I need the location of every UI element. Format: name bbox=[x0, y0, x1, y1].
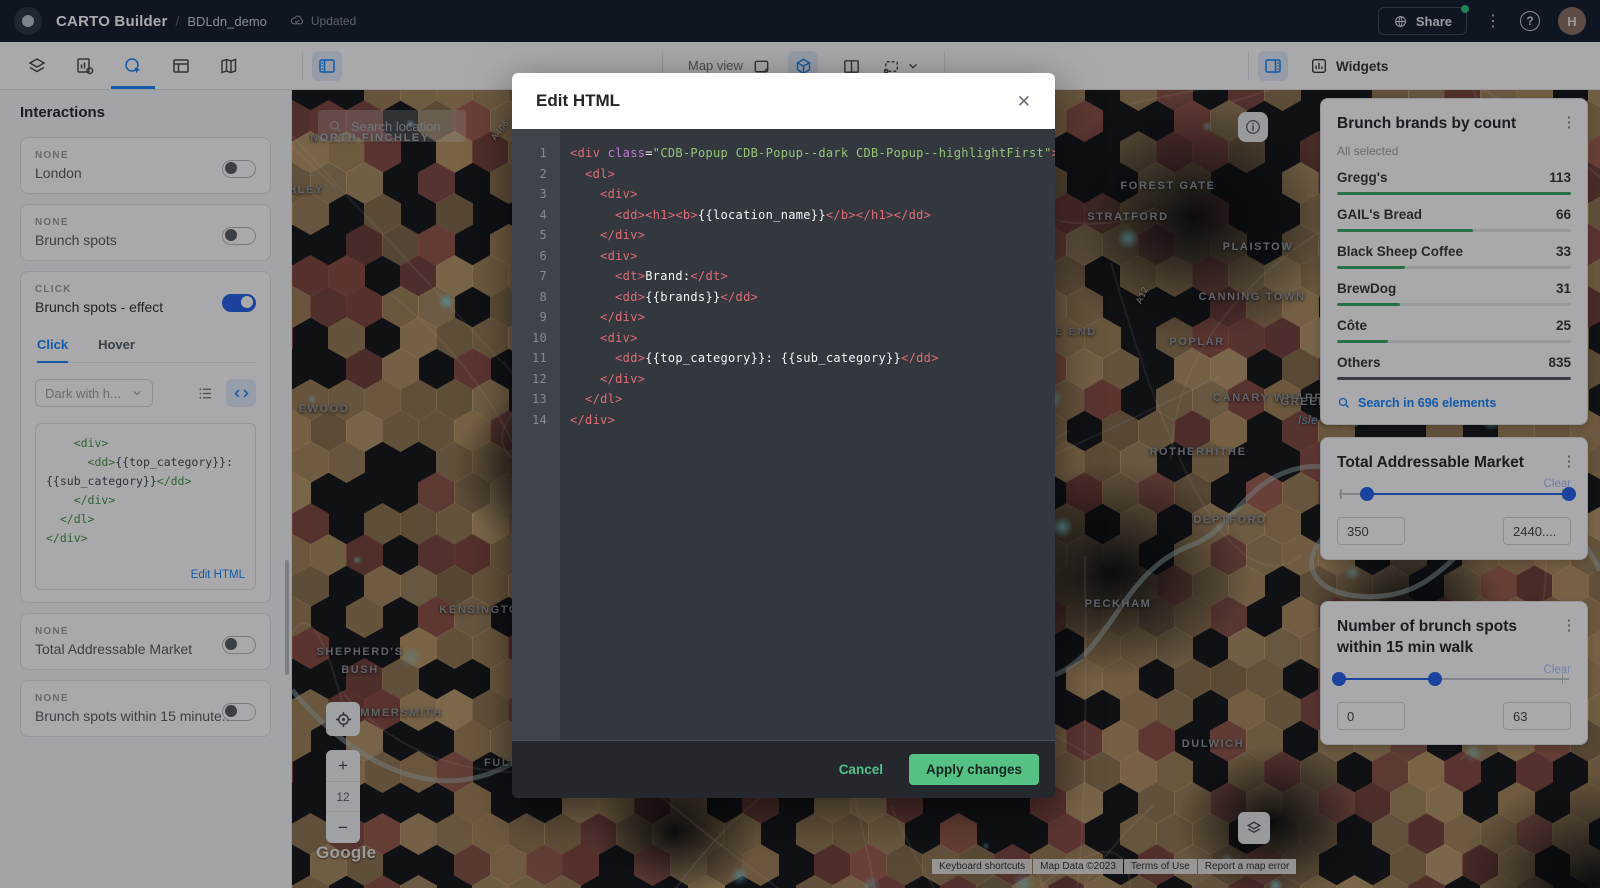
code-line[interactable]: 6 <div> bbox=[512, 246, 1055, 267]
code-line[interactable]: 14</div> bbox=[512, 410, 1055, 431]
code-line[interactable]: 5 </div> bbox=[512, 225, 1055, 246]
code-line[interactable]: 2 <dl> bbox=[512, 164, 1055, 185]
edit-html-modal: Edit HTML ✕ 1<div class="CDB-Popup CDB-P… bbox=[512, 73, 1055, 798]
code-line[interactable]: 3 <div> bbox=[512, 184, 1055, 205]
code-line[interactable]: 8 <dd>{{brands}}</dd> bbox=[512, 287, 1055, 308]
code-line[interactable]: 9 </div> bbox=[512, 307, 1055, 328]
code-line[interactable]: 10 <div> bbox=[512, 328, 1055, 349]
modal-header: Edit HTML ✕ bbox=[512, 73, 1055, 129]
code-line[interactable]: 1<div class="CDB-Popup CDB-Popup--dark C… bbox=[512, 143, 1055, 164]
modal-footer: Cancel Apply changes bbox=[512, 740, 1055, 798]
modal-title: Edit HTML bbox=[536, 91, 620, 111]
html-code-editor[interactable]: 1<div class="CDB-Popup CDB-Popup--dark C… bbox=[512, 129, 1055, 740]
apply-changes-button[interactable]: Apply changes bbox=[909, 754, 1039, 785]
cancel-button[interactable]: Cancel bbox=[839, 762, 883, 777]
code-line[interactable]: 11 <dd>{{top_category}}: {{sub_category}… bbox=[512, 348, 1055, 369]
code-line[interactable]: 13 </dl> bbox=[512, 389, 1055, 410]
code-line[interactable]: 12 </div> bbox=[512, 369, 1055, 390]
close-icon[interactable]: ✕ bbox=[1017, 93, 1031, 110]
code-line[interactable]: 4 <dd><h1><b>{{location_name}}</b></h1><… bbox=[512, 205, 1055, 226]
code-line[interactable]: 7 <dt>Brand:</dt> bbox=[512, 266, 1055, 287]
